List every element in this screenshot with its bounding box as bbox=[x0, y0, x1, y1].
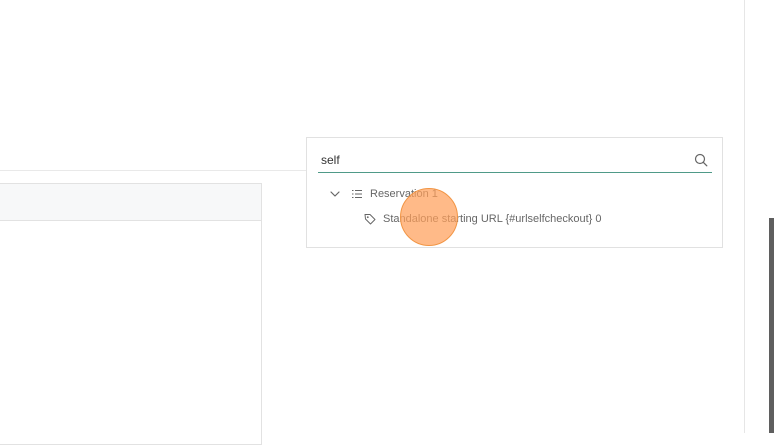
tag-icon bbox=[364, 214, 376, 225]
search-popover: Reservation 1 Standalone starting URL {#… bbox=[306, 137, 723, 248]
content-panel-header bbox=[0, 184, 261, 221]
tree-item-standalone-url[interactable]: Standalone starting URL {#urlselfcheckou… bbox=[364, 211, 602, 227]
content-panel bbox=[0, 183, 262, 445]
chevron-down-icon[interactable] bbox=[329, 188, 341, 200]
list-icon bbox=[352, 190, 362, 198]
search-icon[interactable] bbox=[694, 153, 708, 167]
search-input[interactable] bbox=[321, 150, 681, 170]
tree-item-reservation[interactable]: Reservation 1 bbox=[329, 186, 438, 202]
tree-item-label: Standalone starting URL {#urlselfcheckou… bbox=[383, 213, 602, 225]
search-field[interactable] bbox=[318, 148, 712, 173]
scrollbar[interactable] bbox=[769, 218, 774, 433]
tree-item-label: Reservation 1 bbox=[370, 188, 438, 200]
sidebar-divider bbox=[744, 0, 745, 433]
section-divider bbox=[0, 170, 306, 171]
